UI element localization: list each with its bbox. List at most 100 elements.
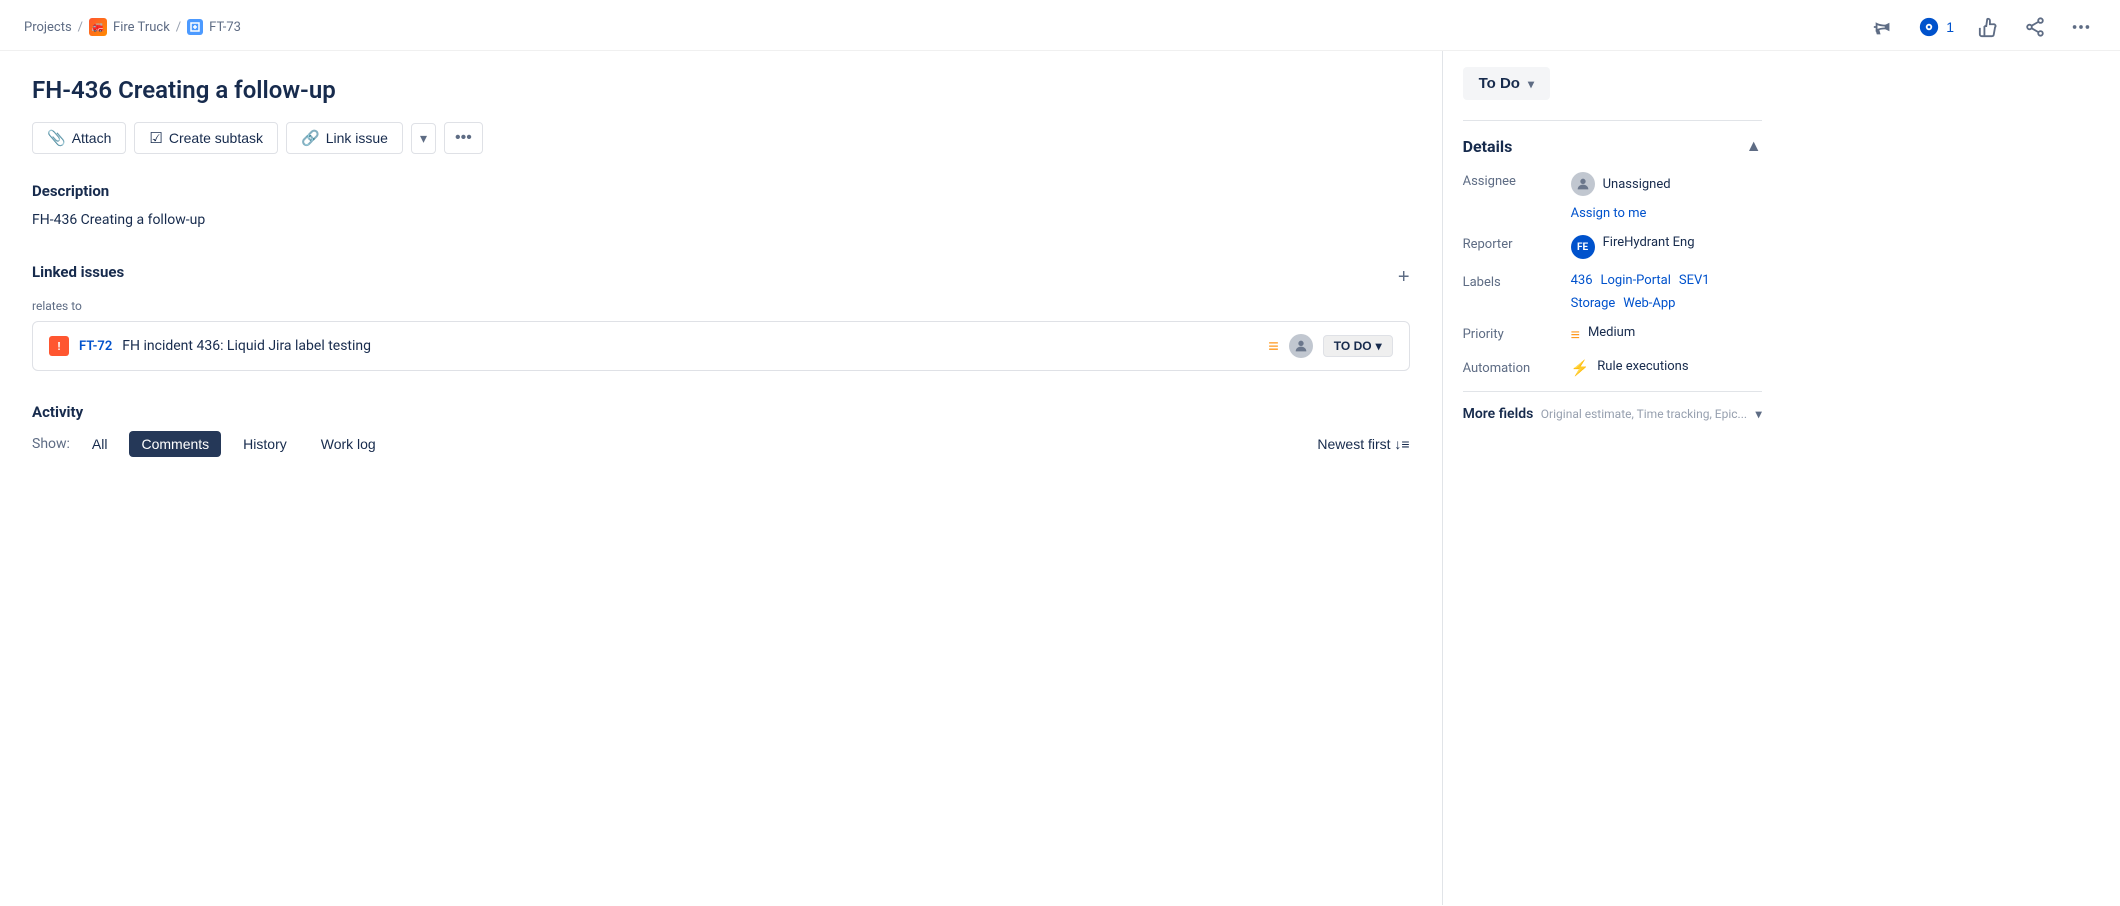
labels-row: Labels 436 Login-Portal SEV1 Storage Web… bbox=[1463, 273, 1762, 311]
show-worklog-button[interactable]: Work log bbox=[309, 431, 388, 457]
assign-to-me-link[interactable]: Assign to me bbox=[1571, 206, 1647, 221]
add-link-button[interactable]: + bbox=[1398, 267, 1410, 287]
description-section: Description FH-436 Creating a follow-up bbox=[32, 182, 1410, 231]
status-button[interactable]: To Do ▾ bbox=[1463, 67, 1550, 100]
show-all-button[interactable]: All bbox=[80, 431, 120, 457]
linked-issue-status-label: TO DO bbox=[1334, 339, 1372, 353]
linked-issue-card: ! FT-72 FH incident 436: Liquid Jira lab… bbox=[32, 321, 1410, 371]
linked-issue-type-icon: ! bbox=[49, 336, 69, 356]
description-text: FH-436 Creating a follow-up bbox=[32, 210, 1410, 231]
label-chip-sev1[interactable]: SEV1 bbox=[1679, 273, 1710, 288]
priority-icon: ≡ bbox=[1571, 325, 1580, 345]
more-actions-button[interactable]: ••• bbox=[444, 122, 483, 154]
top-bar: Projects / 🚒 Fire Truck / FT-73 bbox=[0, 0, 2120, 51]
reporter-label: Reporter bbox=[1463, 235, 1563, 252]
linked-issue-status-chevron: ▾ bbox=[1376, 339, 1382, 353]
newest-first-label: Newest first bbox=[1317, 436, 1390, 452]
issue-type-icon bbox=[187, 19, 203, 35]
linked-issues-title: Linked issues bbox=[32, 263, 124, 281]
labels-label: Labels bbox=[1463, 273, 1563, 290]
more-fields-header[interactable]: More fields Original estimate, Time trac… bbox=[1463, 406, 1762, 422]
linked-issue-summary: FH incident 436: Liquid Jira label testi… bbox=[122, 338, 1258, 354]
assignee-name: Unassigned bbox=[1603, 177, 1671, 192]
main-layout: FH-436 Creating a follow-up 📎 Attach ☑ C… bbox=[0, 51, 2120, 905]
share-button[interactable] bbox=[2020, 12, 2050, 42]
priority-row: Priority ≡ Medium bbox=[1463, 325, 1762, 345]
subtask-icon: ☑ bbox=[149, 129, 162, 147]
label-chip-storage[interactable]: Storage bbox=[1571, 296, 1616, 311]
project-link[interactable]: Fire Truck bbox=[113, 20, 170, 35]
issue-key-link[interactable]: FT-73 bbox=[209, 20, 241, 35]
breadcrumb-sep-2: / bbox=[176, 20, 181, 35]
automation-value-container: ⚡ Rule executions bbox=[1571, 359, 1762, 377]
priority-label: Priority bbox=[1463, 325, 1563, 342]
assignee-label: Assignee bbox=[1463, 172, 1563, 189]
automation-row: Automation ⚡ Rule executions bbox=[1463, 359, 1762, 377]
show-bar: Show: All Comments History Work log Newe… bbox=[32, 431, 1410, 457]
breadcrumb: Projects / 🚒 Fire Truck / FT-73 bbox=[24, 18, 241, 36]
attach-button[interactable]: 📎 Attach bbox=[32, 122, 126, 154]
top-actions: 1 bbox=[1868, 12, 2096, 42]
attach-label: Attach bbox=[72, 130, 112, 146]
automation-icon: ⚡ bbox=[1571, 359, 1590, 377]
sort-icon: ↓≡ bbox=[1394, 436, 1409, 452]
linked-issue-key[interactable]: FT-72 bbox=[79, 339, 112, 354]
like-button[interactable] bbox=[1974, 12, 2004, 42]
more-fields-hint: Original estimate, Time tracking, Epic..… bbox=[1541, 407, 1747, 421]
linked-header: Linked issues + bbox=[32, 263, 1410, 291]
label-chip-436[interactable]: 436 bbox=[1571, 273, 1593, 288]
link-issue-label: Link issue bbox=[326, 130, 388, 146]
reporter-name: FireHydrant Eng bbox=[1603, 235, 1695, 250]
announce-button[interactable] bbox=[1868, 12, 1898, 42]
details-header: Details ▲ bbox=[1463, 120, 1762, 156]
linked-issue-priority-icon: ≡ bbox=[1268, 336, 1279, 357]
automation-label: Automation bbox=[1463, 359, 1563, 376]
breadcrumb-sep-1: / bbox=[78, 20, 83, 35]
priority-value: Medium bbox=[1588, 325, 1635, 340]
link-issue-button[interactable]: 🔗 Link issue bbox=[286, 122, 403, 154]
description-title: Description bbox=[32, 182, 1410, 200]
more-fields-chevron-icon: ▾ bbox=[1756, 407, 1762, 421]
details-collapse-button[interactable]: ▲ bbox=[1746, 138, 1762, 156]
status-chevron-icon: ▾ bbox=[1528, 77, 1534, 91]
more-fields-section: More fields Original estimate, Time trac… bbox=[1463, 391, 1762, 422]
more-fields-label: More fields bbox=[1463, 406, 1534, 422]
create-subtask-button[interactable]: ☑ Create subtask bbox=[134, 122, 278, 154]
reporter-value-container: FE FireHydrant Eng bbox=[1571, 235, 1762, 259]
relates-to-label: relates to bbox=[32, 299, 1410, 313]
linked-issue-status-button[interactable]: TO DO ▾ bbox=[1323, 335, 1393, 357]
left-panel: FH-436 Creating a follow-up 📎 Attach ☑ C… bbox=[0, 51, 1442, 905]
linked-issue-avatar bbox=[1289, 334, 1313, 358]
priority-value-container: ≡ Medium bbox=[1571, 325, 1762, 345]
activity-section: Activity Show: All Comments History Work… bbox=[32, 403, 1410, 457]
action-bar: 📎 Attach ☑ Create subtask 🔗 Link issue ▾… bbox=[32, 122, 1410, 154]
reporter-row: Reporter FE FireHydrant Eng bbox=[1463, 235, 1762, 259]
status-label: To Do bbox=[1479, 75, 1520, 92]
details-title: Details bbox=[1463, 137, 1513, 156]
assignee-value-container: Unassigned Assign to me bbox=[1571, 172, 1762, 221]
project-icon: 🚒 bbox=[89, 18, 107, 36]
newest-first-button[interactable]: Newest first ↓≡ bbox=[1317, 436, 1409, 452]
watch-count: 1 bbox=[1946, 19, 1954, 35]
issue-title: FH-436 Creating a follow-up bbox=[32, 75, 1410, 106]
action-dropdown-button[interactable]: ▾ bbox=[411, 123, 436, 154]
linked-issues-section: Linked issues + relates to ! FT-72 FH in… bbox=[32, 263, 1410, 371]
show-comments-button[interactable]: Comments bbox=[129, 431, 221, 457]
link-icon: 🔗 bbox=[301, 129, 320, 147]
show-history-button[interactable]: History bbox=[231, 431, 299, 457]
automation-value: Rule executions bbox=[1597, 359, 1688, 374]
labels-value-container: 436 Login-Portal SEV1 Storage Web-App bbox=[1571, 273, 1762, 311]
show-label: Show: bbox=[32, 436, 70, 452]
create-subtask-label: Create subtask bbox=[169, 130, 263, 146]
attach-icon: 📎 bbox=[47, 129, 66, 147]
assignee-avatar bbox=[1571, 172, 1595, 196]
more-options-button[interactable] bbox=[2066, 12, 2096, 42]
projects-link[interactable]: Projects bbox=[24, 20, 72, 35]
assignee-row: Assignee Unassigned Assign to me bbox=[1463, 172, 1762, 221]
right-panel: To Do ▾ Details ▲ Assignee Unassigned bbox=[1442, 51, 1782, 905]
label-chip-webapp[interactable]: Web-App bbox=[1623, 296, 1675, 311]
watch-button[interactable]: 1 bbox=[1914, 12, 1958, 42]
label-chip-login-portal[interactable]: Login-Portal bbox=[1601, 273, 1671, 288]
activity-title: Activity bbox=[32, 403, 1410, 421]
reporter-avatar: FE bbox=[1571, 235, 1595, 259]
